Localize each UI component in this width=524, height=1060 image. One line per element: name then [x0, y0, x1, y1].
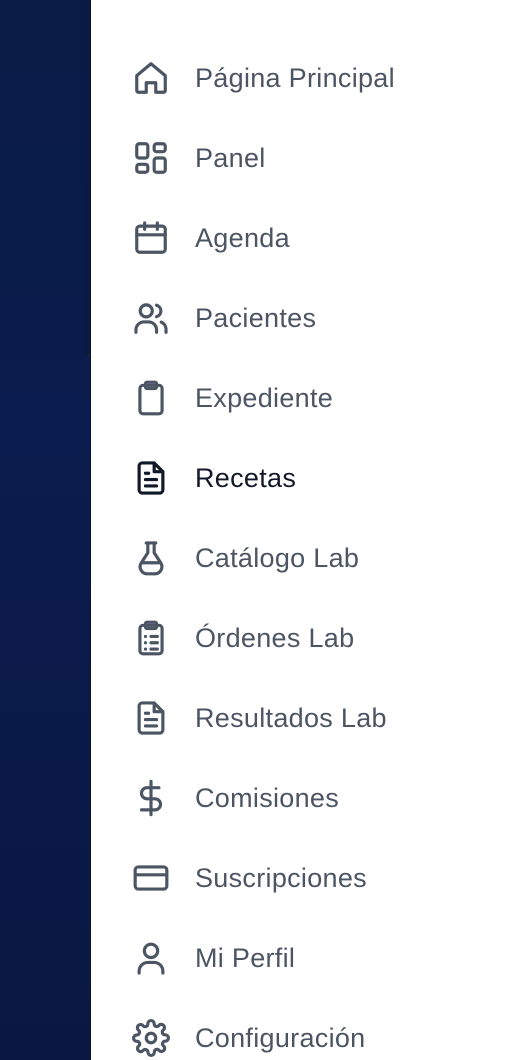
- sidebar-item-label: Catálogo Lab: [195, 542, 360, 573]
- sidebar-item-comisiones[interactable]: Comisiones: [91, 758, 471, 838]
- sidebar-item-panel[interactable]: Panel: [91, 118, 471, 198]
- sidebar-item-label: Pacientes: [195, 302, 317, 333]
- clipboard-list-icon: [131, 618, 171, 658]
- sidebar-item-configuracion[interactable]: Configuración: [91, 998, 471, 1060]
- sidebar-nav-list: Página Principal Panel Agenda Pacientes: [91, 38, 471, 1060]
- sidebar-item-recetas[interactable]: Recetas: [91, 438, 471, 518]
- file-text-icon: [131, 698, 171, 738]
- home-icon: [131, 58, 171, 98]
- sidebar-item-suscripciones[interactable]: Suscripciones: [91, 838, 471, 918]
- sidebar-drawer: Página Principal Panel Agenda Pacientes: [90, 0, 472, 1060]
- sidebar-item-pagina-principal[interactable]: Página Principal: [91, 38, 471, 118]
- sidebar-item-label: Mi Perfil: [195, 942, 296, 973]
- sidebar-item-label: Expediente: [195, 382, 334, 413]
- sidebar-item-label: Resultados Lab: [195, 702, 387, 733]
- sidebar-item-resultados-lab[interactable]: Resultados Lab: [91, 678, 471, 758]
- document-icon: [131, 458, 171, 498]
- user-icon: [131, 938, 171, 978]
- dollar-icon: [131, 778, 171, 818]
- users-icon: [131, 298, 171, 338]
- credit-card-icon: [131, 858, 171, 898]
- screen: Página Principal Panel Agenda Pacientes: [0, 0, 524, 1060]
- sidebar-item-label: Configuración: [195, 1022, 366, 1053]
- sidebar-item-expediente[interactable]: Expediente: [91, 358, 471, 438]
- sidebar-item-catalogo-lab[interactable]: Catálogo Lab: [91, 518, 471, 598]
- sidebar-item-label: Agenda: [195, 222, 290, 253]
- gear-icon: [131, 1018, 171, 1058]
- sidebar-item-label: Panel: [195, 142, 266, 173]
- sidebar-item-label: Recetas: [195, 462, 297, 493]
- sidebar-item-label: Suscripciones: [195, 862, 367, 893]
- clipboard-icon: [131, 378, 171, 418]
- sidebar-item-label: Página Principal: [195, 62, 395, 93]
- sidebar-item-label: Comisiones: [195, 782, 340, 813]
- calendar-icon: [131, 218, 171, 258]
- sidebar-item-agenda[interactable]: Agenda: [91, 198, 471, 278]
- dashboard-icon: [131, 138, 171, 178]
- sidebar-item-ordenes-lab[interactable]: Órdenes Lab: [91, 598, 471, 678]
- main-content-area: [471, 0, 524, 1060]
- sidebar-item-mi-perfil[interactable]: Mi Perfil: [91, 918, 471, 998]
- sidebar-item-label: Órdenes Lab: [195, 622, 355, 653]
- sidebar-item-pacientes[interactable]: Pacientes: [91, 278, 471, 358]
- flask-icon: [131, 538, 171, 578]
- backdrop-overlay[interactable]: [0, 0, 92, 1060]
